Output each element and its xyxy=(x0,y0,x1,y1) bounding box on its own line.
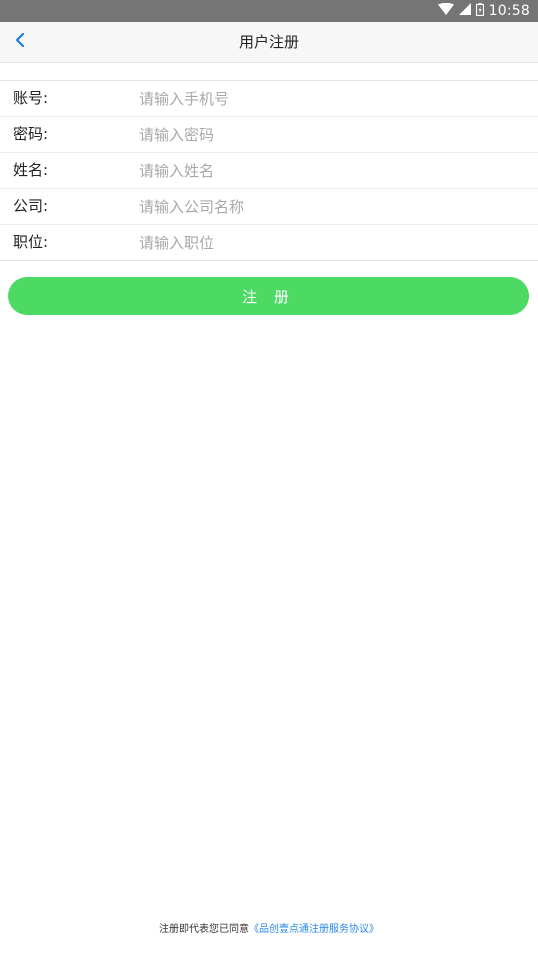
navigation-bar: 用户注册 xyxy=(0,22,538,63)
page-title: 用户注册 xyxy=(238,33,299,51)
company-row: 公司: xyxy=(0,189,538,225)
password-row: 密码: xyxy=(0,117,538,153)
agreement-text: 注册即代表您已同意 xyxy=(159,924,249,935)
position-input[interactable] xyxy=(139,229,519,256)
account-input[interactable] xyxy=(139,85,519,112)
account-label: 账号: xyxy=(13,89,49,107)
status-time: 10:58 xyxy=(488,3,530,19)
name-row: 姓名: xyxy=(0,153,538,189)
position-row: 职位: xyxy=(0,225,538,260)
name-input[interactable] xyxy=(139,157,519,184)
status-icons: 10:58 xyxy=(437,2,530,20)
account-row: 账号: xyxy=(0,81,538,117)
wifi-icon xyxy=(437,2,454,19)
company-input[interactable] xyxy=(139,193,519,220)
position-label: 职位: xyxy=(13,233,49,251)
name-label: 姓名: xyxy=(13,161,49,179)
register-form: 账号: 密码: 姓名: 公司: 职位: xyxy=(0,80,538,261)
agreement-notice: 注册即代表您已同意《品创壹点通注册服务协议》 xyxy=(0,920,538,935)
signal-icon xyxy=(458,3,471,19)
password-label: 密码: xyxy=(13,125,49,143)
password-input[interactable] xyxy=(139,121,519,148)
register-button[interactable]: 注 册 xyxy=(8,277,529,315)
company-label: 公司: xyxy=(13,197,49,215)
agreement-link[interactable]: 《品创壹点通注册服务协议》 xyxy=(249,924,379,935)
status-bar: 10:58 xyxy=(0,0,538,22)
battery-icon xyxy=(475,2,484,20)
